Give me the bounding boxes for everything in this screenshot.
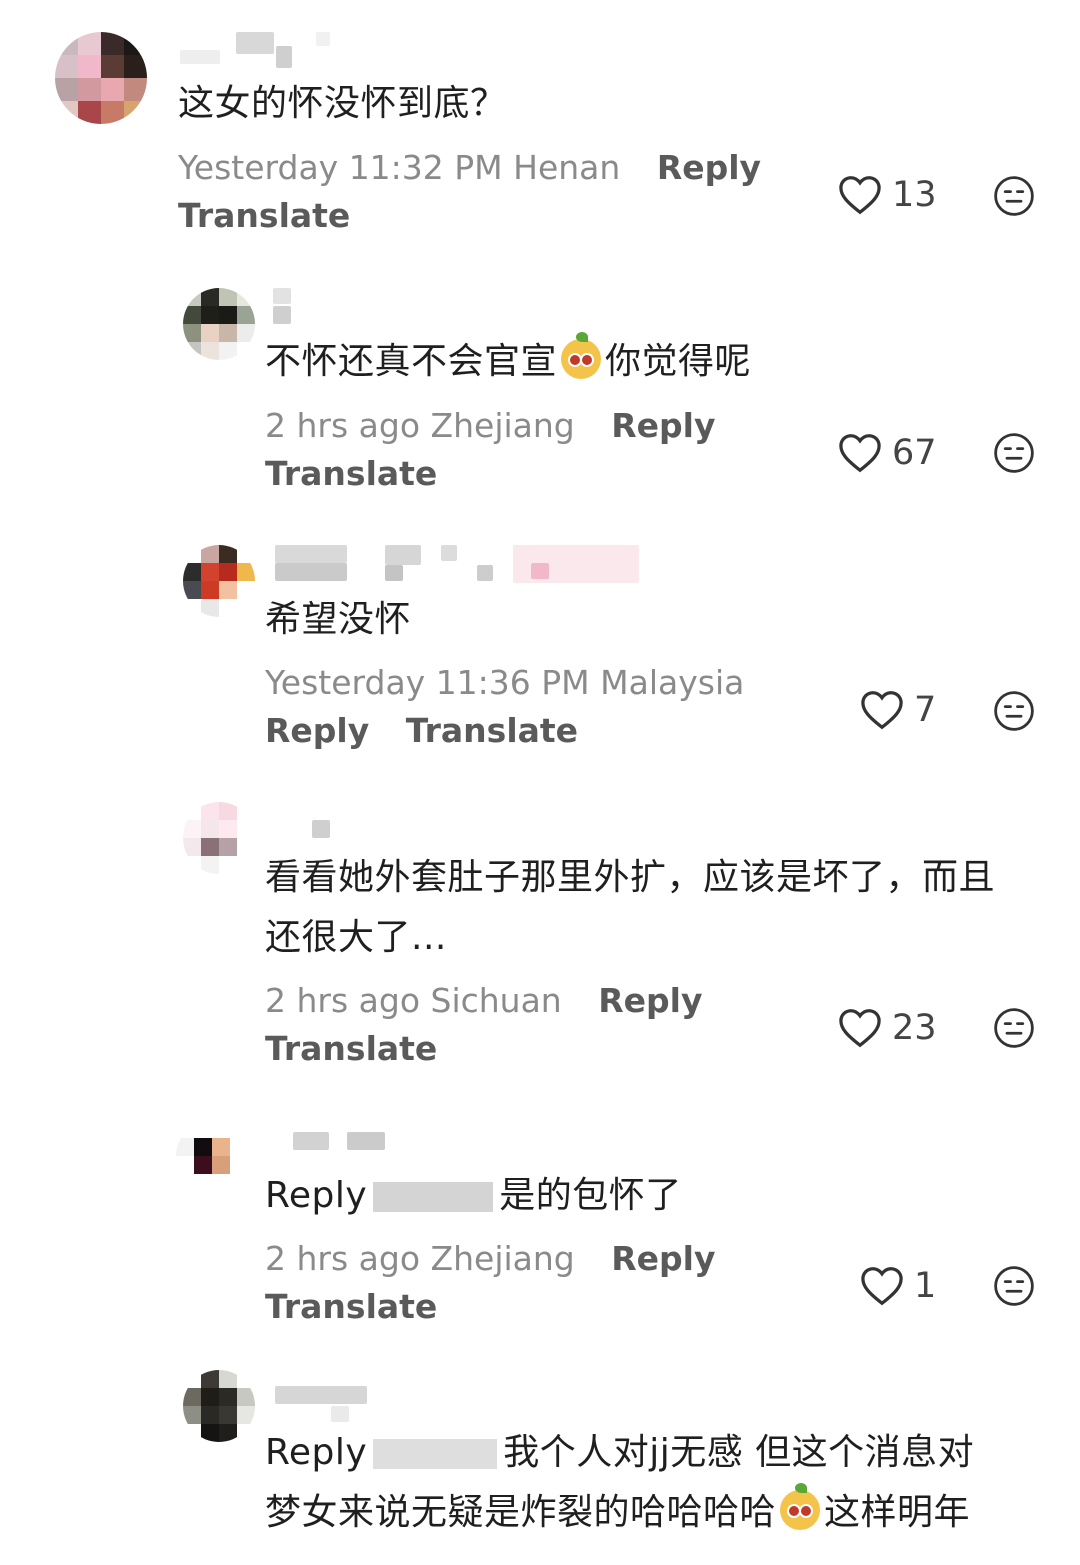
comment-text-part: 你觉得呢 (605, 341, 752, 382)
comment-meta: 2 hrs ago Zhejiang Reply Translate (265, 402, 716, 498)
timestamp-location: 2 hrs ago Zhejiang (265, 406, 575, 445)
avatar[interactable] (183, 1370, 255, 1442)
reply-button[interactable]: Reply (598, 981, 702, 1020)
face-emoji-icon (561, 332, 602, 379)
dislike-face-icon[interactable] (993, 690, 1035, 732)
translate-button[interactable]: Translate (178, 192, 761, 240)
dislike-face-icon[interactable] (993, 1265, 1035, 1307)
heart-icon (861, 691, 903, 730)
reply-button[interactable]: Reply (657, 148, 761, 187)
avatar[interactable] (176, 1120, 248, 1192)
comment-text: Reply 是的包怀了 (265, 1166, 682, 1226)
timestamp-location: 2 hrs ago Zhejiang (265, 1239, 575, 1278)
reply-button[interactable]: Reply (611, 1239, 715, 1278)
reply-prefix: Reply (265, 1432, 368, 1473)
comment-text-line: 还很大了... (265, 917, 447, 958)
like-button[interactable]: 1 (860, 1266, 936, 1306)
mention-blur (373, 1439, 498, 1469)
comment-text-part: 梦女来说无疑是炸裂的哈哈哈哈 (265, 1492, 777, 1533)
heart-icon (839, 176, 881, 215)
comment-text: 看看她外套肚子那里外扩，应该是坏了，而且 还很大了... (265, 848, 995, 968)
avatar[interactable] (183, 545, 255, 617)
timestamp-location: 2 hrs ago Sichuan (265, 981, 562, 1020)
like-button[interactable]: 67 (838, 433, 937, 473)
timestamp-location: Yesterday 11:32 PM Henan (178, 148, 621, 187)
username[interactable] (293, 1132, 385, 1150)
like-count: 7 (914, 690, 937, 730)
reply-button[interactable]: Reply (611, 406, 715, 445)
comment-meta: Yesterday 11:36 PM Malaysia Reply Transl… (265, 659, 744, 755)
like-button[interactable]: 23 (838, 1008, 937, 1048)
comment-text-part: 不怀还真不会官宣 (265, 341, 558, 382)
translate-button[interactable]: Translate (265, 1283, 716, 1331)
comment-text-part: 是的包怀了 (499, 1175, 682, 1216)
avatar[interactable] (183, 288, 255, 360)
like-button[interactable]: 7 (860, 690, 936, 730)
comment-text-part: 我个人对jj无感 但这个消息对 (503, 1432, 975, 1473)
face-emoji-icon (780, 1483, 821, 1530)
reply-prefix: Reply (265, 1175, 368, 1216)
comment-text: 这女的怀没怀到底？ (178, 83, 507, 124)
avatar[interactable] (55, 32, 147, 124)
username[interactable] (312, 820, 330, 838)
comment-text-line: 梦女来说无疑是炸裂的哈哈哈哈 这样明年 (265, 1483, 974, 1543)
translate-button[interactable]: Translate (406, 711, 578, 750)
translate-button[interactable]: Translate (265, 1025, 702, 1073)
heart-icon (861, 1267, 903, 1306)
comment-text-part: 这样明年 (824, 1492, 971, 1533)
translate-button[interactable]: Translate (265, 450, 716, 498)
like-count: 23 (892, 1008, 937, 1048)
comment-text-line: Reply 我个人对jj无感 但这个消息对 (265, 1423, 974, 1483)
comment-text: 希望没怀 (265, 599, 412, 640)
dislike-face-icon[interactable] (993, 175, 1035, 217)
heart-icon (839, 434, 881, 473)
like-count: 13 (892, 175, 937, 215)
like-button[interactable]: 13 (838, 175, 937, 215)
reply-button[interactable]: Reply (265, 711, 369, 750)
username[interactable] (180, 32, 330, 68)
comment-text-line: 看看她外套肚子那里外扩，应该是坏了，而且 (265, 857, 996, 898)
dislike-face-icon[interactable] (993, 432, 1035, 474)
avatar[interactable] (183, 802, 255, 874)
comment-text: Reply 我个人对jj无感 但这个消息对 梦女来说无疑是炸裂的哈哈哈哈 这样明年 (265, 1423, 974, 1543)
username[interactable] (275, 1386, 367, 1424)
comment-meta: Yesterday 11:32 PM Henan Reply Translate (178, 144, 761, 240)
username[interactable] (275, 545, 645, 583)
heart-icon (839, 1009, 881, 1048)
dislike-face-icon[interactable] (993, 1007, 1035, 1049)
comment-meta: 2 hrs ago Zhejiang Reply Translate (265, 1235, 716, 1331)
username[interactable] (273, 288, 295, 324)
comment-meta: 2 hrs ago Sichuan Reply Translate (265, 977, 702, 1073)
like-count: 1 (914, 1266, 937, 1306)
comment-text: 不怀还真不会官宣 你觉得呢 (265, 332, 751, 392)
mention-blur (373, 1182, 494, 1212)
timestamp-location: Yesterday 11:36 PM Malaysia (265, 663, 745, 702)
like-count: 67 (892, 433, 937, 473)
